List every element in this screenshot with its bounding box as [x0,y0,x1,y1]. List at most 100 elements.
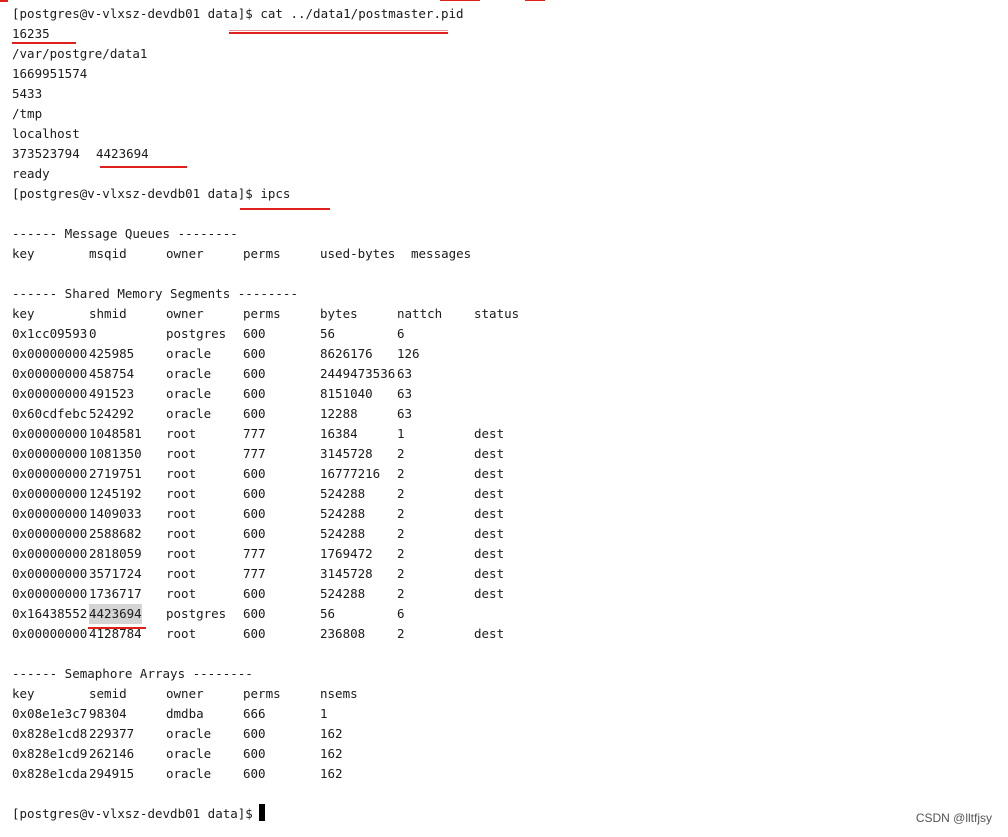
table-cell: 2449473536 [320,366,396,381]
table-cell: root [166,526,197,541]
table-cell: 2 [397,626,405,641]
table-cell: 3145728 [320,446,373,461]
table-row: 0x00000000 1245192 root 600 524288 2 dest [12,484,1008,504]
table-cell: 12288 [320,406,358,421]
table-cell: root [166,506,197,521]
table-cell: 524288 [320,526,366,541]
table-cell: 63 [397,366,413,381]
table-cell: 0x00000000 [12,586,88,601]
table-row: 0x828e1cd9 262146 oracle 600 162 [12,744,1008,764]
table-cell: 16384 [320,426,358,441]
table-cell: 1245192 [89,486,142,501]
table-cell: 6 [397,606,405,621]
table-cell: postgres [166,606,227,621]
terminal-output[interactable]: [postgres@v-vlxsz-devdb01 data]$ cat ../… [12,4,1008,837]
table-cell: 0x00000000 [12,506,88,521]
table-cell: root [166,486,197,501]
table-cell: 0x00000000 [12,366,88,381]
table-cell: root [166,446,197,461]
table-row: 0x00000000 2588682 root 600 524288 2 dest [12,524,1008,544]
table-cell: dest [474,526,505,541]
table-cell: 600 [243,746,266,761]
table-cell: 777 [243,546,266,561]
table-cell: dest [474,446,505,461]
shell-prompt: [postgres@v-vlxsz-devdb01 data]$ [12,186,261,201]
table-cell: 524288 [320,506,366,521]
table-row: 0x00000000 4128784 root 600 236808 2 dest [12,624,1008,644]
table-cell: 777 [243,446,266,461]
table-cell: 162 [320,766,343,781]
table-cell: 600 [243,586,266,601]
table-cell: 3571724 [89,566,142,581]
table-cell: 600 [243,366,266,381]
watermark-text: CSDN @lltfjsy [915,811,992,825]
table-row: 0x00000000 1409033 root 600 524288 2 dest [12,504,1008,524]
table-cell: root [166,566,197,581]
table-row: 0x00000000 1736717 root 600 524288 2 dest [12,584,1008,604]
table-cell: postgres [166,326,227,341]
table-cell: 0x00000000 [12,486,88,501]
table-cell: 162 [320,726,343,741]
table-header-message-queues: key msqid owner perms used-bytes message… [12,246,472,261]
table-cell: dest [474,426,505,441]
table-cell: dest [474,546,505,561]
table-cell: 600 [243,506,266,521]
table-cell: 0x08e1e3c7 [12,706,88,721]
table-cell: 236808 [320,626,366,641]
table-cell: 0x00000000 [12,446,88,461]
table-cell: oracle [166,366,212,381]
shm-key: 373523794 [12,146,80,161]
table-cell: dest [474,466,505,481]
output-port: 5433 [12,86,43,101]
annotation-top-cut-1 [0,0,8,2]
table-cell: 1 [397,426,405,441]
table-row: 0x00000000 2818059 root 777 1769472 2 dest [12,544,1008,564]
section-title-shared-memory: ------ Shared Memory Segments -------- [12,286,298,301]
table-cell: 600 [243,606,266,621]
annotation-top-cut-3 [525,0,545,1]
table-cell: 600 [243,386,266,401]
table-cell: 600 [243,466,266,481]
table-cell: dest [474,586,505,601]
table-cell: 0x828e1cda [12,766,88,781]
table-cell: root [166,546,197,561]
table-cell: 8626176 [320,346,373,361]
output-pid: 16235 [12,26,50,41]
table-cell: 524288 [320,586,366,601]
command-line-current[interactable]: [postgres@v-vlxsz-devdb01 data]$ [12,804,1008,824]
table-cell: root [166,466,197,481]
table-cell: 777 [243,566,266,581]
table-cell: oracle [166,746,212,761]
annotation-underline-shmid [100,166,187,168]
table-cell: 425985 [89,346,135,361]
text-cursor [258,804,265,821]
table-cell: dest [474,626,505,641]
table-cell: dest [474,566,505,581]
table-cell: 2 [397,566,405,581]
table-cell: 2 [397,486,405,501]
table-cell: 2818059 [89,546,142,561]
annotation-underline-pid [12,42,76,44]
table-cell: 0x00000000 [12,626,88,641]
shm-id: 4423694 [96,146,149,161]
shared-memory-rows: 0x1cc09593 0 postgres 600 56 6 0x00000000 42598… [12,324,1008,644]
table-cell: 458754 [89,366,135,381]
table-cell: 63 [397,406,413,421]
section-title-message-queues: ------ Message Queues -------- [12,226,238,241]
table-cell: 2719751 [89,466,142,481]
annotation-underline-cmd-shadow [229,30,448,31]
table-cell: 0x00000000 [12,566,88,581]
table-cell: root [166,626,197,641]
output-socket-dir: /tmp [12,106,43,121]
table-cell: 3145728 [320,566,373,581]
table-cell: 98304 [89,706,127,721]
output-shm-key-id: 373523794 4423694 [12,144,1008,164]
table-cell: 2 [397,526,405,541]
table-cell: dest [474,486,505,501]
table-cell: 0x16438552 [12,606,88,621]
annotation-underline-ipcs [240,208,330,210]
table-cell: 1081350 [89,446,142,461]
table-cell: 0x00000000 [12,386,88,401]
table-cell: oracle [166,346,212,361]
